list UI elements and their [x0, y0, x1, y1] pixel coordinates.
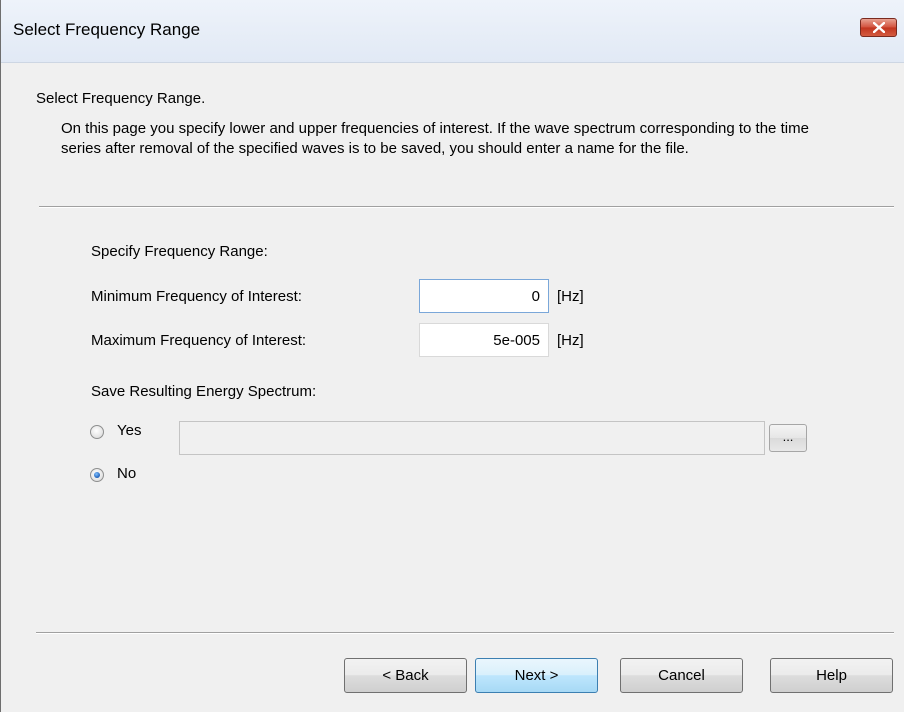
frequency-range-section-label: Specify Frequency Range: — [91, 243, 268, 260]
save-yes-radio[interactable] — [90, 425, 104, 439]
header-separator — [39, 206, 894, 208]
page-heading: Select Frequency Range. — [36, 90, 206, 107]
save-no-label[interactable]: No — [117, 465, 136, 482]
max-frequency-unit: [Hz] — [557, 332, 584, 349]
footer-separator — [36, 632, 894, 634]
max-frequency-label: Maximum Frequency of Interest: — [91, 332, 307, 349]
help-button[interactable]: Help — [770, 658, 893, 693]
back-button[interactable]: < Back — [344, 658, 467, 693]
title-bar[interactable]: Select Frequency Range — [1, 0, 904, 63]
page-description: On this page you specify lower and upper… — [61, 120, 809, 157]
radio-selected-dot — [94, 472, 100, 478]
min-frequency-label: Minimum Frequency of Interest: — [91, 288, 302, 305]
wizard-dialog: Select Frequency Range Select Frequency … — [0, 0, 904, 712]
save-yes-label[interactable]: Yes — [117, 422, 141, 439]
spectrum-file-path-input[interactable] — [179, 421, 765, 455]
min-frequency-input[interactable] — [419, 279, 549, 313]
min-frequency-unit: [Hz] — [557, 288, 584, 305]
browse-file-button[interactable]: ... — [769, 424, 807, 452]
next-button[interactable]: Next > — [475, 658, 598, 693]
close-button[interactable] — [860, 18, 897, 37]
close-icon — [873, 22, 885, 33]
save-spectrum-section-label: Save Resulting Energy Spectrum: — [91, 383, 317, 400]
save-no-radio[interactable] — [90, 468, 104, 482]
window-title: Select Frequency Range — [13, 20, 201, 39]
max-frequency-input[interactable] — [419, 323, 549, 357]
cancel-button[interactable]: Cancel — [620, 658, 743, 693]
